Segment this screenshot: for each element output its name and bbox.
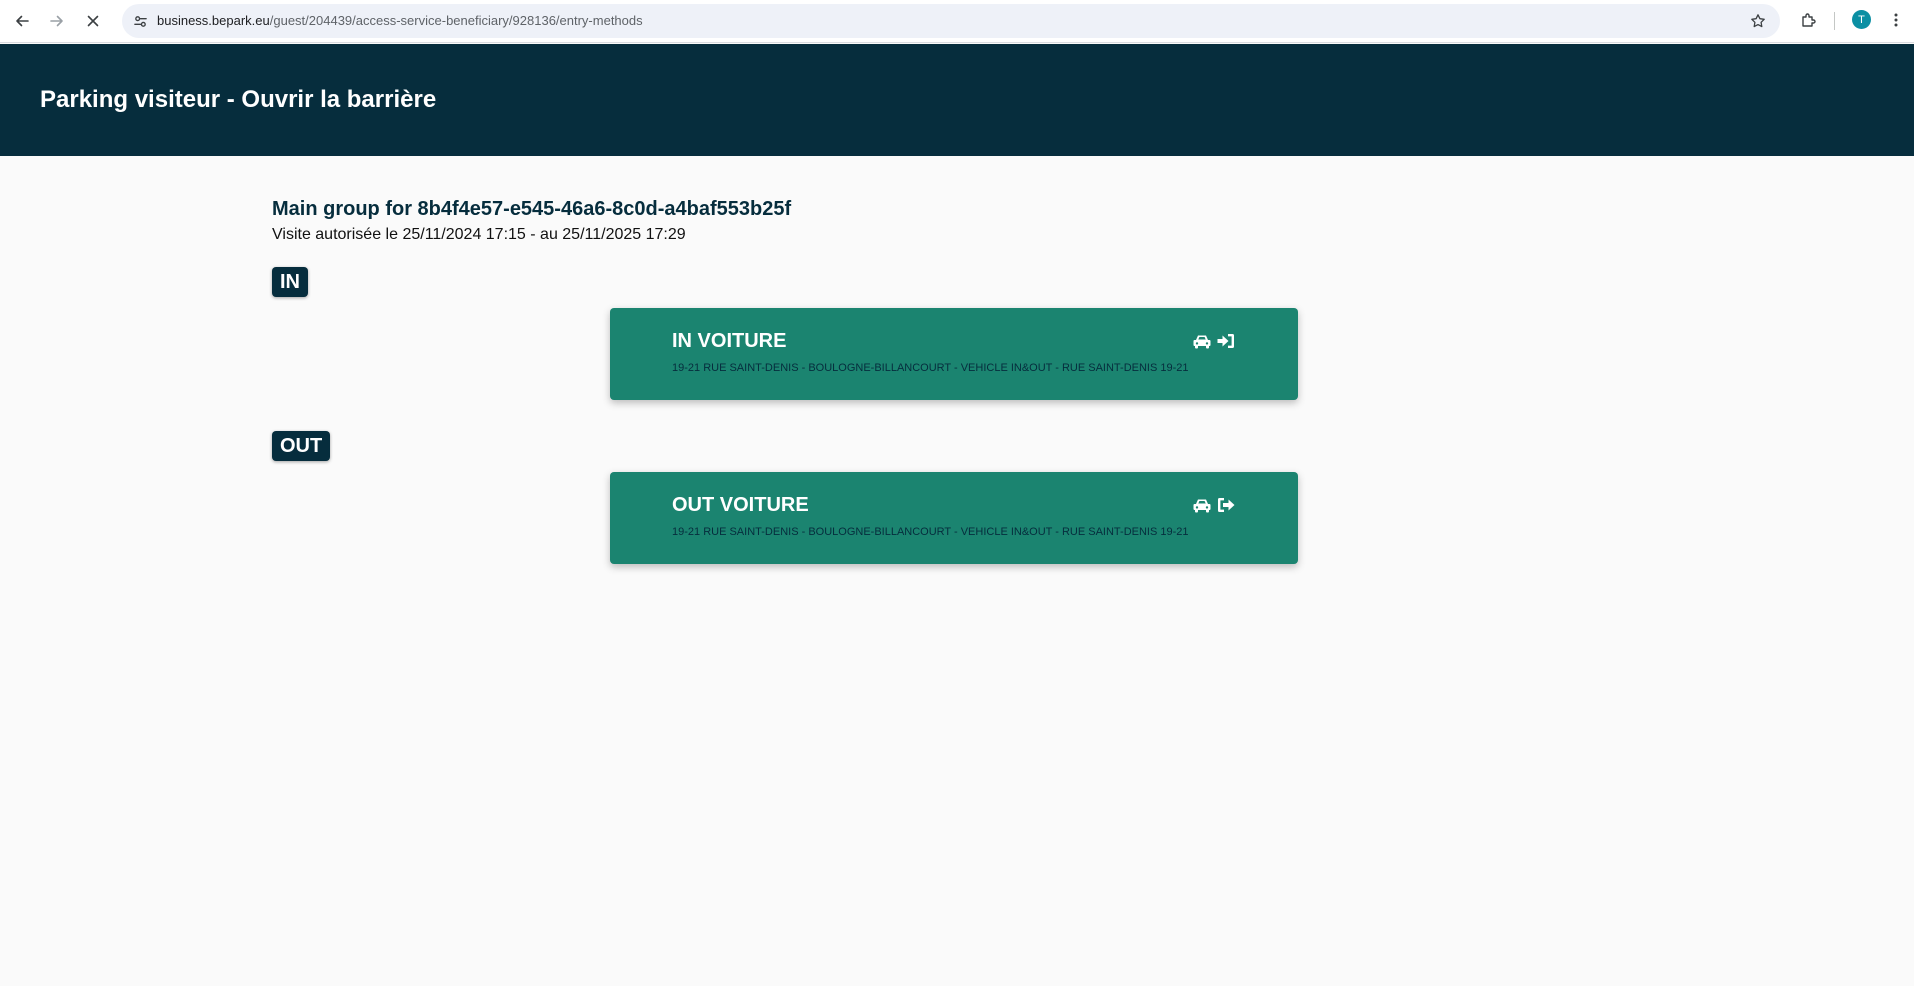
browser-toolbar: business.bepark.eu/guest/204439/access-s… xyxy=(0,0,1914,43)
visit-period: Visite autorisée le 25/11/2024 17:15 - a… xyxy=(272,226,686,243)
back-button[interactable] xyxy=(8,7,36,35)
card-title: OUT VOITURE xyxy=(672,494,809,516)
url-text[interactable]: business.bepark.eu/guest/204439/access-s… xyxy=(157,13,643,28)
sign-in-icon xyxy=(1216,332,1236,350)
card-icons xyxy=(1192,496,1236,514)
tune-icon xyxy=(133,15,147,27)
card-address: 19-21 RUE SAINT-DENIS - BOULOGNE-BILLANC… xyxy=(672,526,1189,538)
arrow-right-icon xyxy=(50,15,63,27)
page-header: Parking visiteur - Ouvrir la barrière xyxy=(0,44,1914,156)
star-icon xyxy=(1751,14,1765,28)
forward-button[interactable] xyxy=(43,7,71,35)
card-icons xyxy=(1192,332,1236,350)
address-bar[interactable]: business.bepark.eu/guest/204439/access-s… xyxy=(122,4,1780,38)
toolbar-divider xyxy=(1834,12,1835,30)
page-title: Parking visiteur - Ouvrir la barrière xyxy=(40,86,437,113)
close-icon xyxy=(87,15,99,27)
car-icon xyxy=(1192,332,1212,350)
car-icon xyxy=(1192,496,1212,514)
profile-avatar[interactable]: T xyxy=(1852,10,1871,29)
extensions-button[interactable] xyxy=(1797,8,1821,32)
group-title: Main group for 8b4f4e57-e545-46a6-8c0d-a… xyxy=(272,198,792,220)
kebab-menu-icon xyxy=(1894,13,1898,27)
sign-out-icon xyxy=(1216,496,1236,514)
in-badge: IN xyxy=(272,267,308,297)
in-voiture-button[interactable]: IN VOITURE 19-21 RUE SAINT-DENIS - BOULO… xyxy=(610,308,1298,400)
site-info-button[interactable] xyxy=(130,11,150,31)
puzzle-icon xyxy=(1802,13,1816,27)
browser-menu-button[interactable] xyxy=(1884,8,1908,32)
out-badge: OUT xyxy=(272,431,331,461)
stop-loading-button[interactable] xyxy=(79,7,107,35)
card-title: IN VOITURE xyxy=(672,330,787,352)
arrow-left-icon xyxy=(16,15,29,27)
bookmark-button[interactable] xyxy=(1748,11,1768,31)
card-address: 19-21 RUE SAINT-DENIS - BOULOGNE-BILLANC… xyxy=(672,362,1189,374)
url-path: /guest/204439/access-service-beneficiary… xyxy=(269,13,643,28)
out-voiture-button[interactable]: OUT VOITURE 19-21 RUE SAINT-DENIS - BOUL… xyxy=(610,472,1298,564)
url-host: business.bepark.eu xyxy=(157,13,270,28)
